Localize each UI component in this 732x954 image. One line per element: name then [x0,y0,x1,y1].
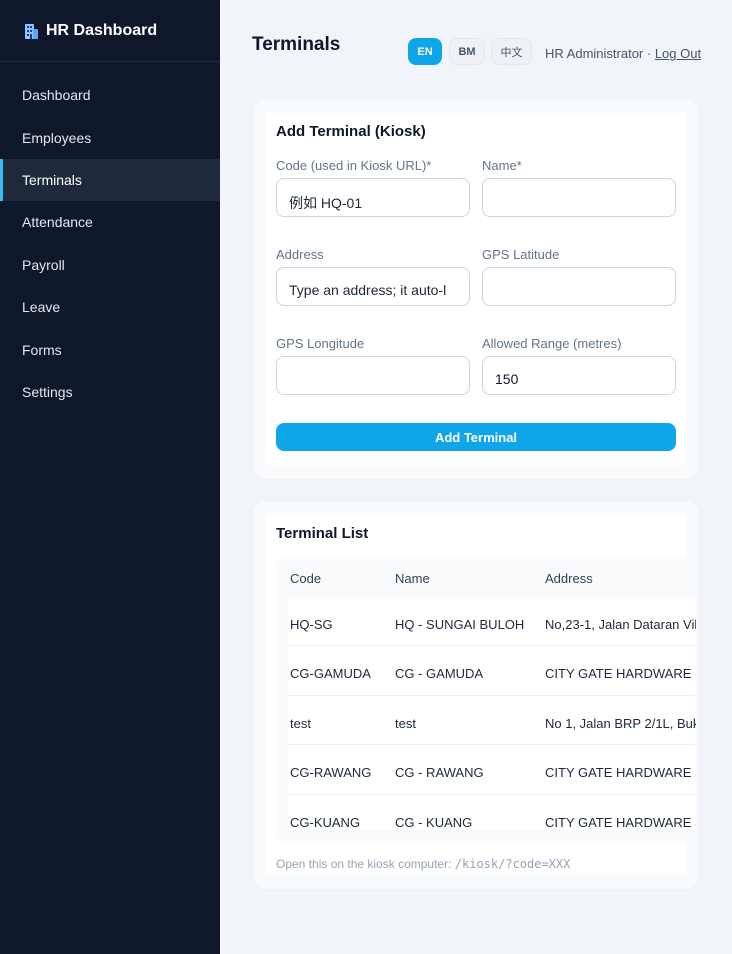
range-input[interactable]: 150 [482,356,676,395]
sidebar-item-label: Settings [22,383,73,400]
kiosk-url-code: /kiosk/?code=XXX [454,857,571,871]
cell-address: No,23-1, Jalan Dataran Villa Putra [545,617,696,632]
code-input[interactable]: 例如 HQ-01 [276,178,470,217]
cell-name: HQ - SUNGAI BULOH [395,617,525,632]
column-name[interactable]: Name [395,571,430,586]
code-label: Code (used in Kiosk URL)* [276,158,432,173]
language-bm-button[interactable]: BM [449,38,485,65]
language-en-button[interactable]: EN [408,38,442,65]
page-title: Terminals [252,34,341,55]
latitude-label: GPS Latitude [482,247,560,262]
brand-title: HR Dashboard [46,21,158,39]
longitude-input[interactable] [276,356,470,395]
sidebar-item-label: Dashboard [22,87,91,104]
name-label: Name* [482,158,522,173]
cell-code: CG-RAWANG [290,765,372,781]
name-input[interactable] [482,178,676,217]
cell-address: CITY GATE HARDWARE SDN. BHD [545,666,696,682]
sidebar-item-leave[interactable]: Leave [0,286,220,328]
terminal-table[interactable]: Code Name Address HQ-SG HQ - SUNGAI BULO… [276,557,696,843]
cell-name: CG - KUANG [395,814,473,830]
column-address[interactable]: Address [545,571,593,586]
sidebar-item-forms[interactable]: Forms [0,328,220,370]
sidebar: HR Dashboard Dashboard Employees Termina… [0,0,220,954]
column-code[interactable]: Code [290,571,321,586]
sidebar-item-label: Forms [22,341,62,358]
cell-name: test [395,715,416,731]
sidebar-item-employees[interactable]: Employees [0,116,220,158]
sidebar-item-dashboard[interactable]: Dashboard [0,74,220,116]
add-terminal-button[interactable]: Add Terminal [276,423,676,451]
sidebar-item-label: Attendance [22,214,93,231]
list-title: Terminal List [276,525,369,542]
sidebar-nav: Dashboard Employees Terminals Attendance… [0,74,220,413]
code-placeholder: 例如 HQ-01 [289,195,363,211]
sidebar-item-label: Payroll [22,256,65,273]
table-header: Code Name Address [276,557,696,597]
terminal-list-card: Terminal List Code Name Address HQ-SG HQ… [252,500,700,890]
cell-address: CITY GATE HARDWARE SDN BHD [545,814,696,830]
table-row[interactable]: CG-KUANG CG - KUANG CITY GATE HARDWARE S… [288,795,696,830]
language-zh-button[interactable]: 中文 [491,38,532,65]
logout-link[interactable]: Log Out [655,46,701,61]
table-row[interactable]: CG-GAMUDA CG - GAMUDA CITY GATE HARDWARE… [288,646,696,696]
sidebar-item-settings[interactable]: Settings [0,371,220,413]
sidebar-item-terminals[interactable]: Terminals [0,158,220,202]
add-terminal-card: Add Terminal (Kiosk) Code (used in Kiosk… [252,98,700,480]
address-input[interactable]: Type an address; it auto-l [276,267,470,306]
table-row[interactable]: HQ-SG HQ - SUNGAI BULOH No,23-1, Jalan D… [288,597,696,647]
sidebar-item-label: Leave [22,299,61,316]
table-body: HQ-SG HQ - SUNGAI BULOH No,23-1, Jalan D… [288,597,696,830]
longitude-label: GPS Longitude [276,336,365,351]
cell-code: test [290,715,311,731]
main-content: Terminals EN BM 中文 HR Administrator · Lo… [220,0,732,954]
cell-code: HQ-SG [290,617,333,632]
kiosk-footnote: Open this on the kiosk computer: /kiosk/… [276,857,570,871]
sidebar-item-label: Terminals [22,171,82,188]
form-title: Add Terminal (Kiosk) [276,123,426,140]
footnote-text: Open this on the kiosk computer: [276,857,455,871]
brand[interactable]: HR Dashboard [0,0,220,62]
table-row[interactable]: CG-RAWANG CG - RAWANG CITY GATE HARDWARE… [288,745,696,795]
latitude-input[interactable] [482,267,676,306]
range-label: Allowed Range (metres) [482,336,622,351]
building-icon [22,22,40,40]
sidebar-item-payroll[interactable]: Payroll [0,244,220,286]
user-name: HR Administrator · [545,46,655,61]
add-terminal-form: Add Terminal (Kiosk) Code (used in Kiosk… [266,113,686,465]
cell-address: No 1, Jalan BRP 2/1L, Bukit Rahm [545,715,696,731]
user-info: HR Administrator · Log Out [545,46,701,61]
cell-name: CG - GAMUDA [395,666,484,682]
cell-address: CITY GATE HARDWARE SDN. BHD [545,765,696,781]
address-placeholder: Type an address; it auto-l [289,282,447,298]
terminal-list: Terminal List Code Name Address HQ-SG HQ… [266,515,696,875]
sidebar-item-label: Employees [22,129,92,146]
cell-code: CG-GAMUDA [290,666,371,682]
cell-name: CG - RAWANG [395,765,484,781]
table-row[interactable]: test test No 1, Jalan BRP 2/1L, Bukit Ra… [288,696,696,746]
address-label: Address [276,247,324,262]
sidebar-item-attendance[interactable]: Attendance [0,201,220,243]
cell-code: CG-KUANG [290,814,361,830]
